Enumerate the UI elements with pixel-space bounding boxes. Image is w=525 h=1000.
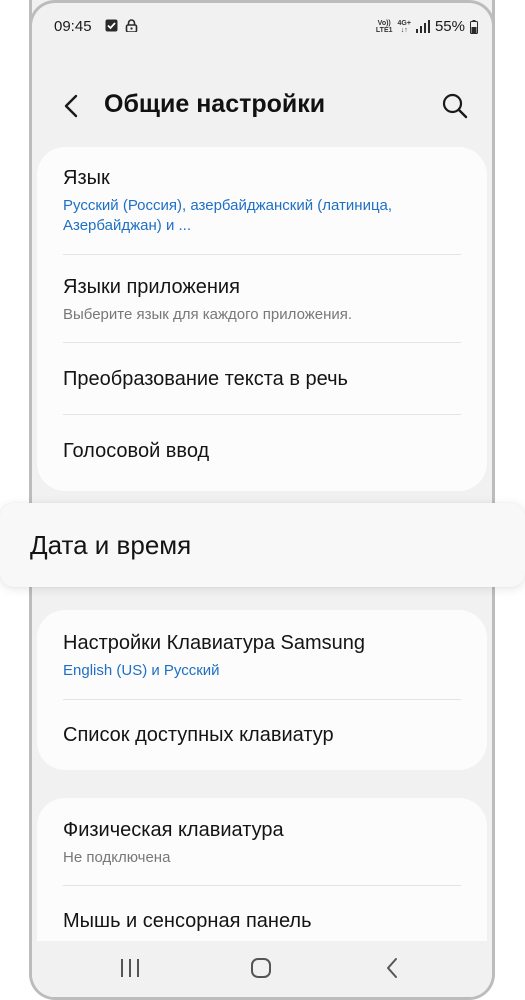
status-time: 09:45 xyxy=(54,18,92,35)
language-title: Язык xyxy=(63,167,110,189)
lock-icon xyxy=(125,19,138,32)
settings-card-keyboard: Настройки Клавиатура Samsung English (US… xyxy=(37,610,487,770)
app-languages-item[interactable]: Языки приложения Выберите язык для каждо… xyxy=(63,276,461,325)
volte-indicator: Vo)) LTE1 xyxy=(375,19,393,34)
language-item[interactable]: Язык Русский (Россия), азербайджанский (… xyxy=(63,167,461,236)
data-indicator: 4G+ ↓↑ xyxy=(397,19,411,34)
signal-icon xyxy=(415,20,430,33)
divider xyxy=(63,885,461,886)
samsung-keyboard-title: Настройки Клавиатура Samsung xyxy=(63,632,366,654)
app-languages-subtitle: Выберите язык для каждого приложения. xyxy=(63,306,353,323)
physical-keyboard-subtitle: Не подключена xyxy=(63,849,171,866)
keyboard-list-title: Список доступных клавиатур xyxy=(63,724,334,746)
date-time-title: Дата и время xyxy=(30,530,192,560)
search-icon[interactable] xyxy=(440,91,470,121)
language-subtitle: Русский (Россия), азербайджанский (латин… xyxy=(63,197,393,234)
navigation-bar xyxy=(32,941,492,997)
divider xyxy=(63,414,461,415)
page-title: Общие настройки xyxy=(104,90,326,118)
samsung-keyboard-subtitle: English (US) и Русский xyxy=(63,662,220,679)
app-bar: Общие настройки xyxy=(32,80,492,132)
voice-input-item[interactable]: Голосовой ввод xyxy=(63,440,461,463)
checkbox-notification-icon xyxy=(105,19,118,32)
divider xyxy=(63,699,461,700)
app-languages-title: Языки приложения xyxy=(63,276,240,298)
phone-frame: 09:45 Vo)) LTE1 4G+ ↓↑ 55% Общие настрой… xyxy=(29,0,495,1000)
text-to-speech-item[interactable]: Преобразование текста в речь xyxy=(63,368,461,391)
chevron-left-icon[interactable] xyxy=(57,90,85,122)
status-right-group: Vo)) LTE1 4G+ ↓↑ 55% xyxy=(376,18,478,35)
voice-input-title: Голосовой ввод xyxy=(63,440,210,462)
samsung-keyboard-item[interactable]: Настройки Клавиатура Samsung English (US… xyxy=(63,632,461,681)
physical-keyboard-title: Физическая клавиатура xyxy=(63,819,284,841)
status-bar: 09:45 Vo)) LTE1 4G+ ↓↑ 55% xyxy=(32,14,492,40)
mouse-touchpad-title: Мышь и сенсорная панель xyxy=(63,910,312,932)
keyboard-list-item[interactable]: Список доступных клавиатур xyxy=(63,724,461,747)
date-time-item[interactable]: Дата и время xyxy=(0,503,525,587)
divider xyxy=(63,254,461,255)
back-icon[interactable] xyxy=(378,955,408,981)
mouse-touchpad-item[interactable]: Мышь и сенсорная панель xyxy=(63,910,461,933)
home-icon[interactable] xyxy=(246,955,276,981)
divider xyxy=(63,342,461,343)
battery-icon xyxy=(470,19,478,34)
battery-text: 55% xyxy=(434,18,465,35)
settings-card-language: Язык Русский (Россия), азербайджанский (… xyxy=(37,147,487,491)
physical-keyboard-item[interactable]: Физическая клавиатура Не подключена xyxy=(63,819,461,868)
text-to-speech-title: Преобразование текста в речь xyxy=(63,368,348,390)
recent-apps-icon[interactable] xyxy=(115,955,145,981)
